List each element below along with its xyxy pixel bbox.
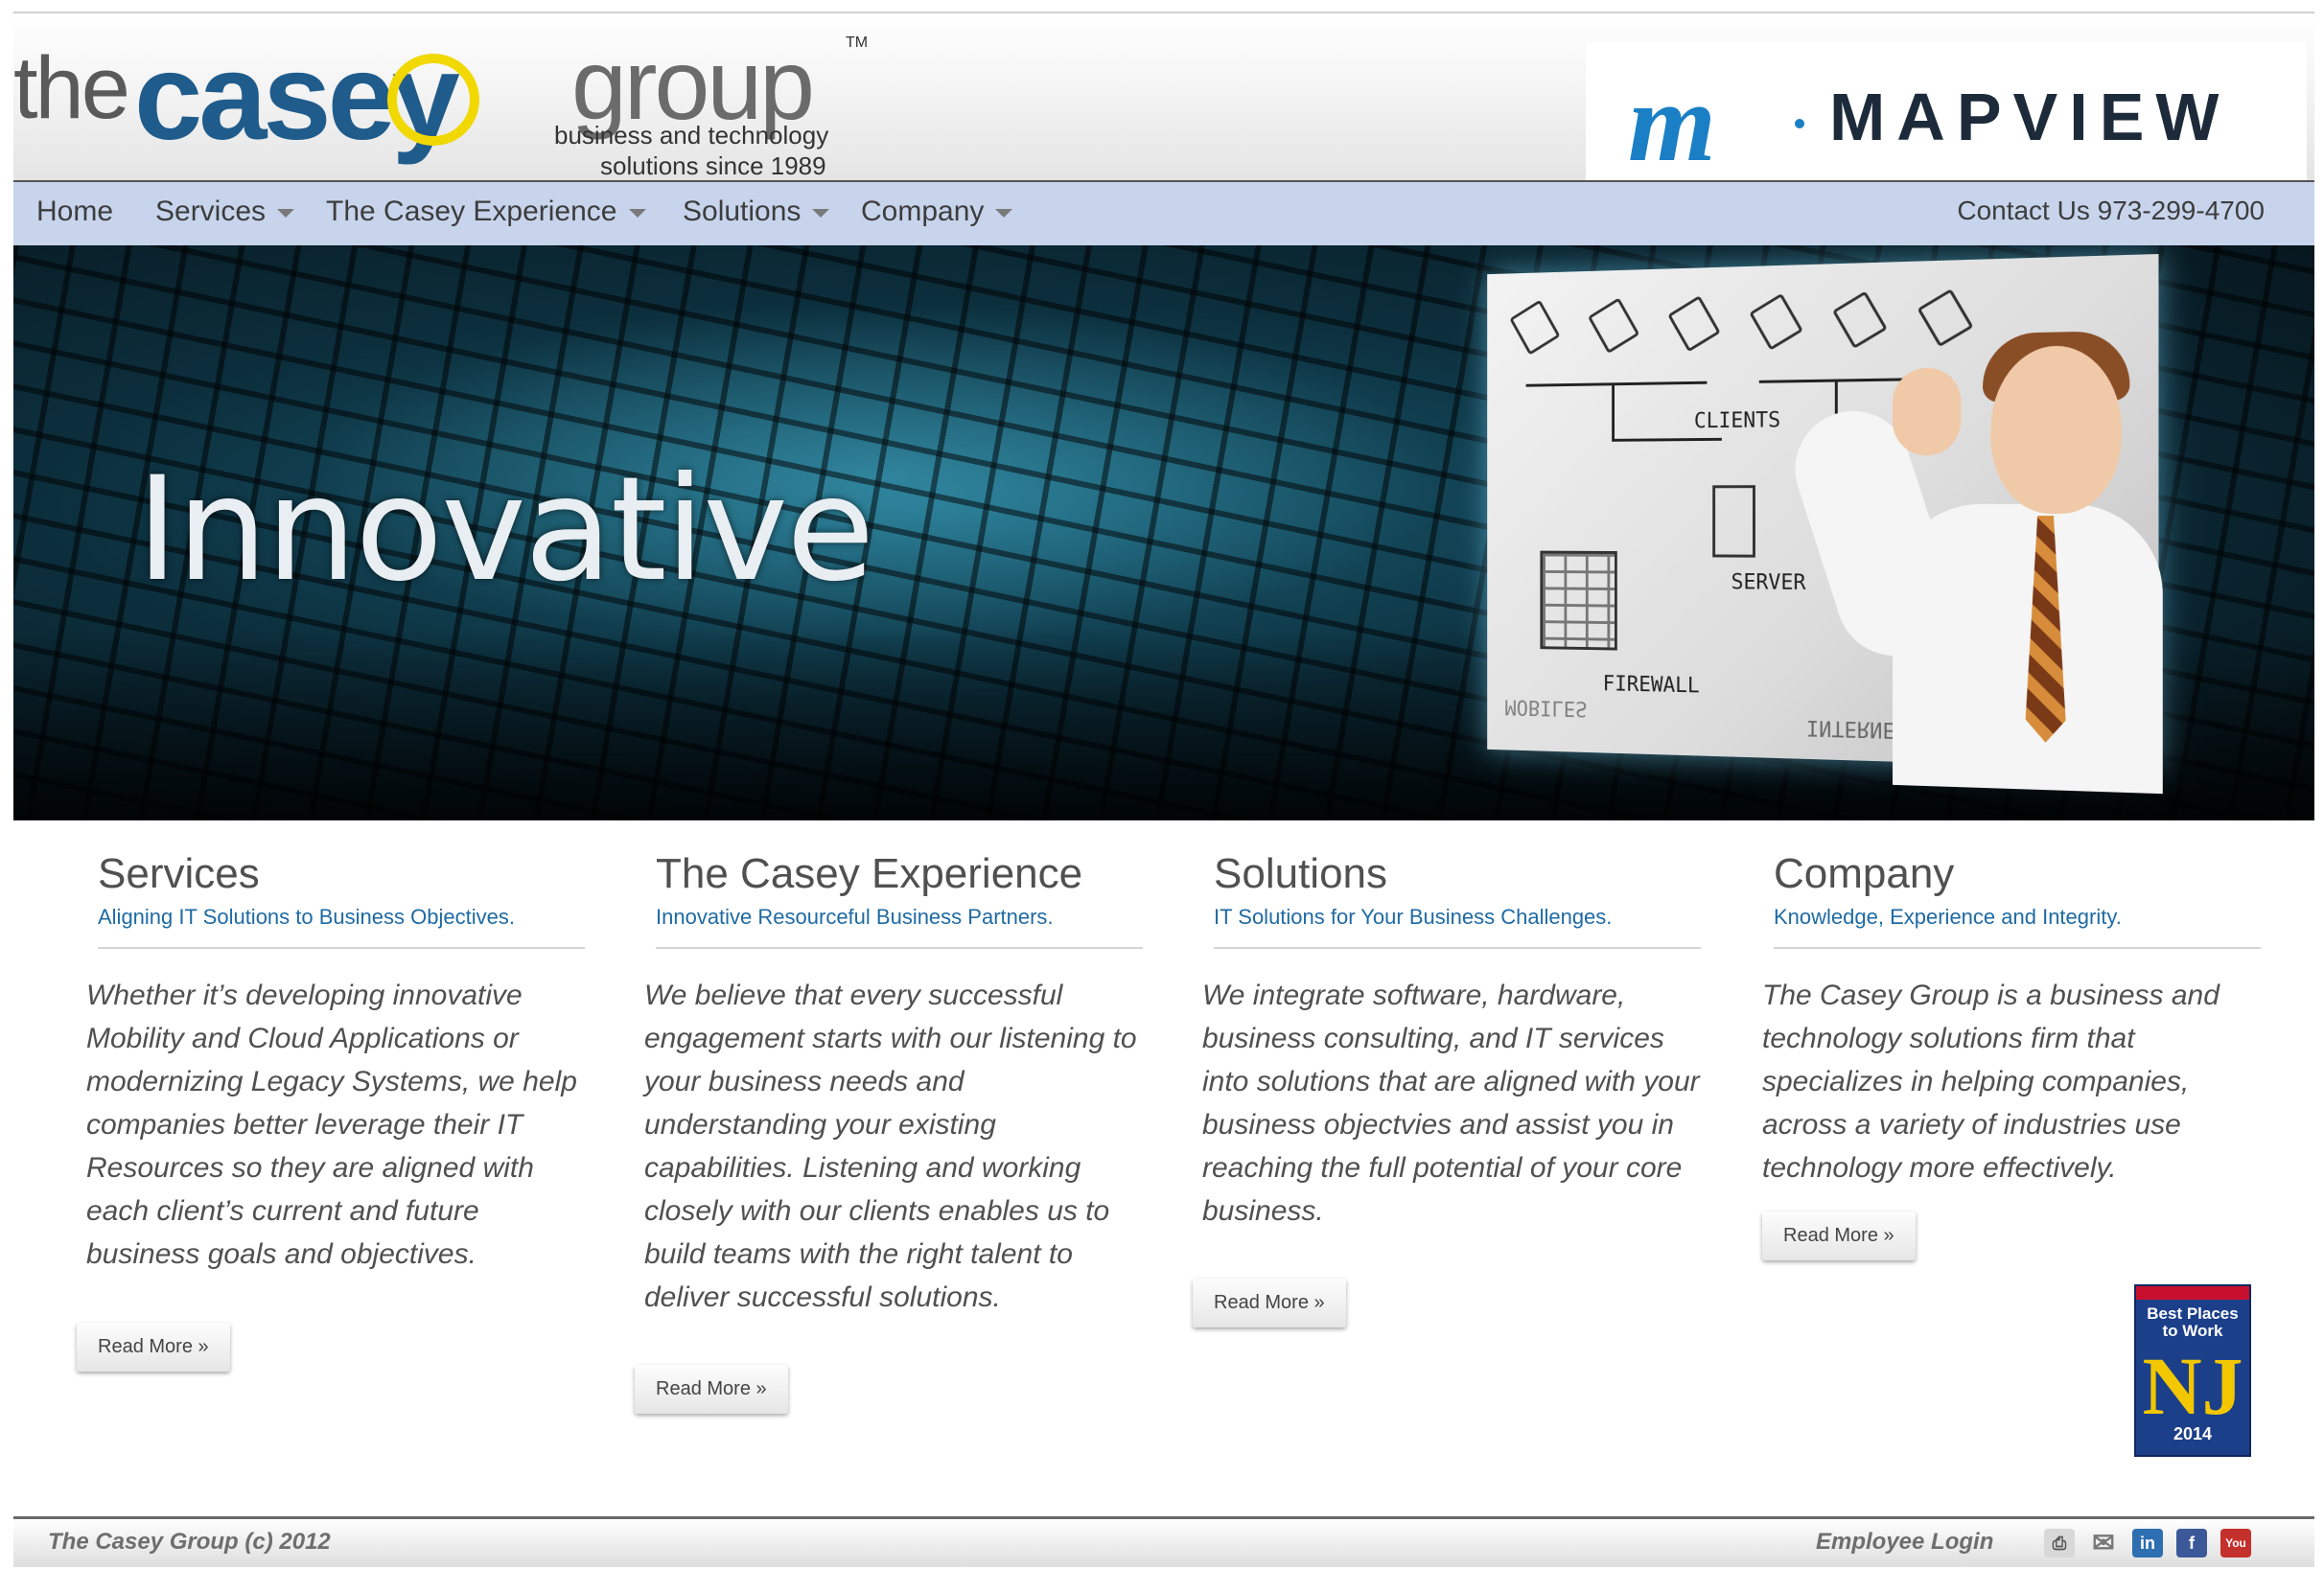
logo-yellow-ring xyxy=(387,54,479,146)
column-title: Solutions xyxy=(1214,850,1388,897)
nav-home[interactable]: Home xyxy=(36,196,113,228)
computer-icon xyxy=(1749,292,1803,351)
column-casey-experience: The Casey Experience Innovative Resource… xyxy=(633,853,1143,1319)
footer-copyright: The Casey Group (c) 2012 xyxy=(48,1529,331,1555)
badge-line-1: Best Places xyxy=(2147,1304,2239,1323)
logo-tagline-2: solutions since 1989 xyxy=(600,151,826,180)
badge-top-stripe xyxy=(2136,1286,2249,1300)
main-nav: Home Services The Casey Experience Solut… xyxy=(13,180,2314,245)
server-icon xyxy=(1712,485,1755,558)
computer-icon xyxy=(1832,290,1888,349)
read-more-button[interactable]: Read More » xyxy=(77,1323,230,1372)
computer-icon xyxy=(1587,297,1640,355)
column-body: Whether it’s developing innovative Mobil… xyxy=(86,980,577,1270)
facebook-icon[interactable]: f xyxy=(2176,1529,2207,1557)
badge-state: NJ xyxy=(2142,1340,2243,1432)
person-hand xyxy=(1893,367,1962,456)
nav-casey-experience-label: The Casey Experience xyxy=(326,196,617,227)
column-body: We integrate software, hardware, busines… xyxy=(1202,980,1700,1227)
column-subtitle: Aligning IT Solutions to Business Object… xyxy=(98,905,585,949)
computer-icon xyxy=(1667,295,1721,353)
nav-company-label: Company xyxy=(861,196,985,227)
column-subtitle: Knowledge, Experience and Integrity. xyxy=(1774,905,2261,949)
nav-solutions-label: Solutions xyxy=(683,196,802,227)
hero-banner: Innovative CLIENTS SERVER FIREWALL INTER… xyxy=(13,245,2314,820)
nav-company[interactable]: Company xyxy=(861,196,1013,228)
linkedin-icon[interactable]: in xyxy=(2132,1529,2163,1557)
nav-home-label: Home xyxy=(36,196,114,227)
casey-group-logo[interactable]: the casey group TM business and technolo… xyxy=(13,21,876,184)
hero-headline: Innovative xyxy=(136,447,874,613)
nav-services[interactable]: Services xyxy=(155,196,295,228)
youtube-icon[interactable]: You xyxy=(2220,1529,2251,1557)
computer-icon xyxy=(1917,288,1974,348)
column-company: Company Knowledge, Experience and Integr… xyxy=(1751,853,2261,1189)
mapview-mark-icon: m xyxy=(1628,59,1716,185)
firewall-icon xyxy=(1540,550,1617,651)
network-whiteboard: CLIENTS SERVER FIREWALL INTERNET MOBILES xyxy=(1487,253,2163,795)
computer-icon xyxy=(1509,299,1561,356)
nav-solutions[interactable]: Solutions xyxy=(683,196,830,228)
column-title: Services xyxy=(98,850,260,897)
read-more-button[interactable]: Read More » xyxy=(1762,1211,1916,1260)
network-line xyxy=(1612,437,1722,442)
label-server: SERVER xyxy=(1731,570,1806,595)
logo-tagline-1: business and technology xyxy=(554,121,829,150)
column-body: The Casey Group is a business and techno… xyxy=(1762,980,2219,1184)
column-subtitle: IT Solutions for Your Business Challenge… xyxy=(1214,905,1701,949)
column-body: We believe that every successful engagem… xyxy=(644,980,1137,1313)
best-places-to-work-badge[interactable]: Best Places to Work NJ 2014 xyxy=(2134,1284,2251,1457)
label-firewall: FIREWALL xyxy=(1602,672,1700,699)
print-icon[interactable]: ⎙ xyxy=(2044,1529,2075,1557)
nav-casey-experience[interactable]: The Casey Experience xyxy=(326,196,646,228)
site-footer: The Casey Group (c) 2012 Employee Login … xyxy=(13,1516,2314,1567)
network-line xyxy=(1525,381,1708,387)
mapview-wordmark: MAPVIEW xyxy=(1829,80,2231,154)
column-subtitle: Innovative Resourceful Business Partners… xyxy=(656,905,1143,949)
nav-services-label: Services xyxy=(155,196,267,227)
column-title: The Casey Experience xyxy=(656,850,1083,897)
chevron-down-icon xyxy=(812,208,830,218)
employee-login-link[interactable]: Employee Login xyxy=(1816,1529,1993,1556)
column-title: Company xyxy=(1774,850,1955,897)
badge-year: 2014 xyxy=(2173,1424,2213,1443)
column-services: Services Aligning IT Solutions to Busine… xyxy=(75,853,585,1276)
logo-the: the xyxy=(13,39,130,137)
badge-title: Best Places to Work xyxy=(2142,1305,2243,1340)
email-icon[interactable]: ✉ xyxy=(2088,1529,2119,1557)
nav-contact-us[interactable]: Contact Us 973-299-4700 xyxy=(1957,196,2265,226)
network-line xyxy=(1612,382,1615,439)
site-header: the casey group TM business and technolo… xyxy=(13,13,2314,185)
chevron-down-icon xyxy=(628,208,646,218)
label-clients: CLIENTS xyxy=(1693,408,1781,434)
chevron-down-icon xyxy=(995,208,1013,218)
chevron-down-icon xyxy=(277,208,295,218)
label-mobiles: MOBILES xyxy=(1504,694,1588,720)
mapview-dot xyxy=(1795,119,1804,128)
mapview-logo[interactable]: m MAPVIEW xyxy=(1586,42,2307,185)
read-more-button[interactable]: Read More » xyxy=(1193,1279,1346,1327)
person-head xyxy=(1990,344,2122,515)
read-more-button[interactable]: Read More » xyxy=(635,1365,788,1414)
logo-trademark: TM xyxy=(846,35,869,51)
column-solutions: Solutions IT Solutions for Your Business… xyxy=(1191,853,1701,1233)
